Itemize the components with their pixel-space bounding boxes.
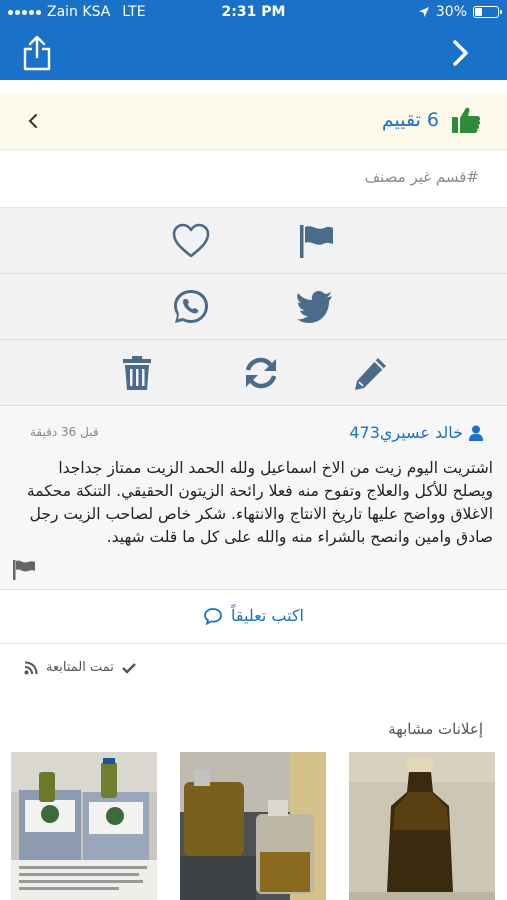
rating[interactable]: 6 تقييم: [382, 106, 481, 134]
write-comment-button[interactable]: اكتب تعليقاً: [231, 606, 304, 625]
comment-time: قبل 36 دقيقة: [30, 425, 99, 439]
twitter-icon[interactable]: [296, 288, 336, 326]
comment-author-name[interactable]: خالد عسيري473: [349, 423, 463, 442]
oil-jerrycans-image: [180, 752, 326, 900]
comment-author[interactable]: خالد عسيري473: [349, 423, 483, 442]
comment: خالد عسيري473 قبل 36 دقيقة اشتريت اليوم …: [0, 407, 507, 590]
status-bar: Zain KSA LTE 2:31 PM 30%: [0, 0, 507, 26]
chevron-left-icon[interactable]: [26, 111, 40, 131]
similar-ad-thumbnail[interactable]: [180, 752, 326, 900]
user-icon: [469, 425, 483, 441]
heart-icon[interactable]: [171, 222, 211, 260]
action-row-2: [0, 274, 507, 340]
thumbs-up-icon: [452, 107, 481, 133]
comment-bubble-icon: [204, 607, 222, 625]
nav-bar: [0, 26, 507, 80]
similar-ads-title: إعلانات مشابهة: [388, 720, 483, 738]
share-icon[interactable]: [22, 35, 52, 71]
category-row[interactable]: #قسم غير مصنف: [0, 150, 507, 208]
oil-bottle-image: [349, 752, 495, 900]
follow-status[interactable]: تمت المتابعة: [24, 660, 136, 675]
whatsapp-icon[interactable]: [171, 288, 211, 326]
action-row-1: [0, 208, 507, 274]
flag-icon[interactable]: [297, 222, 337, 260]
location-icon: [418, 7, 429, 17]
refresh-icon[interactable]: [241, 354, 281, 392]
write-comment-row[interactable]: اكتب تعليقاً: [0, 590, 507, 644]
olive-oil-cans-image: [11, 752, 157, 900]
delete-icon[interactable]: [117, 354, 157, 392]
battery-fill: [475, 8, 482, 16]
battery-icon: [473, 6, 502, 18]
action-row-3: [0, 340, 507, 406]
edit-icon[interactable]: [352, 354, 392, 392]
similar-ad-thumbnail[interactable]: [11, 752, 157, 900]
comment-body: اشتريت اليوم زيت من الاخ اسماعيل ولله ال…: [26, 459, 493, 546]
battery-percent: 30%: [435, 4, 467, 20]
chevron-right-icon[interactable]: [451, 39, 471, 67]
report-flag-icon[interactable]: [12, 559, 36, 581]
rss-icon: [24, 661, 38, 674]
category-label[interactable]: #قسم غير مصنف: [365, 168, 479, 186]
rating-count: 6 تقييم: [381, 109, 439, 131]
follow-label: تمت المتابعة: [46, 660, 114, 675]
check-icon: [122, 662, 136, 674]
similar-ad-thumbnail[interactable]: [349, 752, 495, 900]
rating-row[interactable]: 6 تقييم: [0, 94, 507, 150]
